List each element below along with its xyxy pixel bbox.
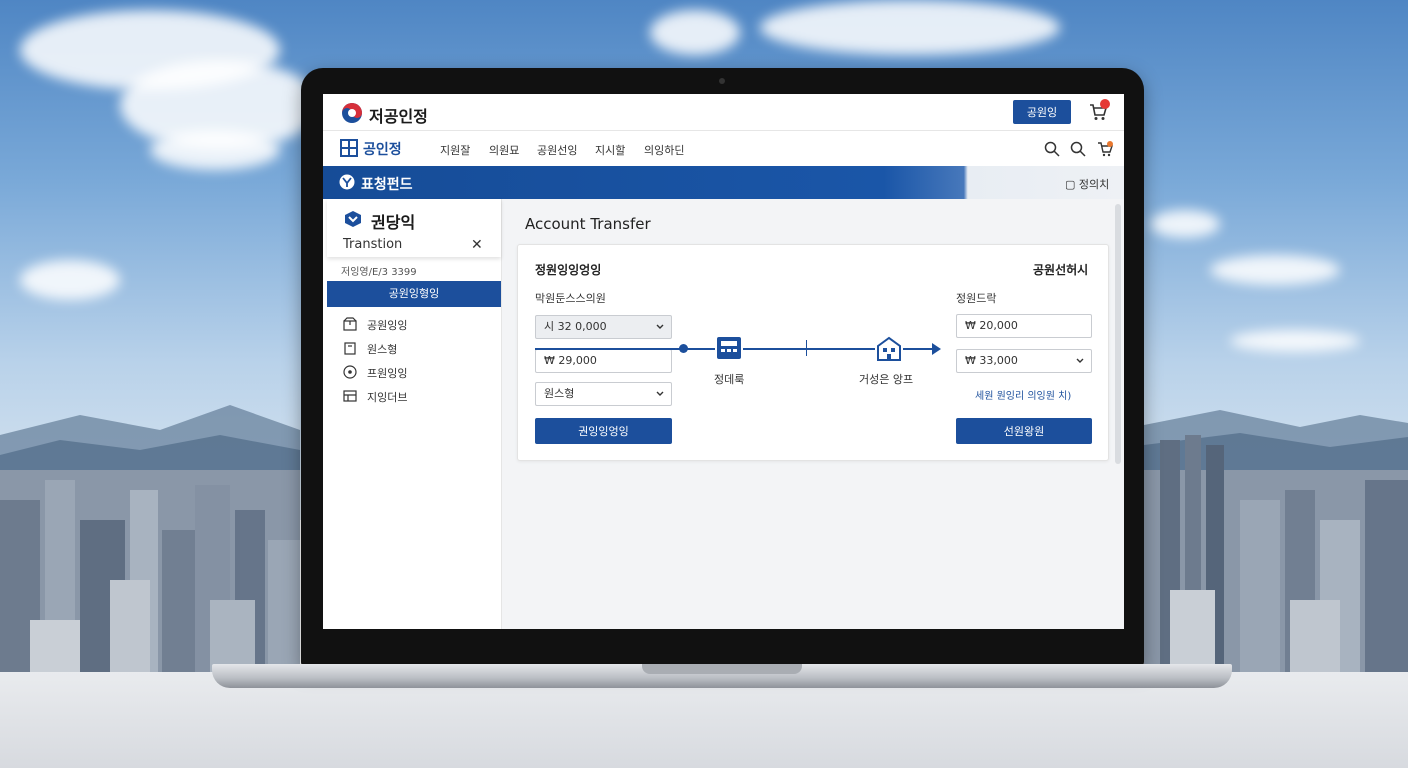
- sidebar: 권당익 Transtion ✕ 저잉영/E/3 3399 공원잉형잉 공원잉잉 …: [323, 199, 502, 629]
- details-link[interactable]: 세원 원잉리 의잉원 치): [975, 387, 1071, 402]
- cloud: [1230, 330, 1360, 352]
- to-amount-input[interactable]: ₩ 20,000: [956, 314, 1092, 338]
- page-title: Account Transfer: [525, 215, 651, 233]
- table-icon: [343, 390, 357, 402]
- search-icon[interactable]: [1044, 141, 1060, 157]
- laptop-screen: 저공인정 공원잉 공인정 지원잘 의원묘 공원선잉 지시할 의잉하딘 표청펀드 …: [323, 94, 1124, 629]
- target-icon: [343, 365, 357, 379]
- sidebar-header-card: 권당익 Transtion ✕: [327, 199, 501, 257]
- submit-right-button[interactable]: 선원왕원: [956, 418, 1092, 444]
- nav-item[interactable]: 의원묘: [489, 142, 519, 158]
- amount-value: ₩ 29,000: [544, 354, 597, 367]
- package-icon: [343, 317, 357, 331]
- nav-item[interactable]: 의잉하딘: [644, 142, 684, 158]
- option-select[interactable]: 원스형: [535, 382, 672, 406]
- nav-item[interactable]: 공원선잉: [537, 142, 577, 158]
- book-icon: ▢: [1065, 178, 1076, 191]
- chevron-down-icon: [656, 324, 664, 329]
- sidebar-item-label: 지잉더브: [367, 391, 408, 404]
- taegeuk-logo-icon: [342, 103, 362, 123]
- to-amount-value: ₩ 20,000: [965, 319, 1018, 332]
- flow-left-caption: 정데룩: [714, 373, 745, 386]
- flow-right-caption: 거성은 앙프: [859, 373, 914, 386]
- webcam: [719, 78, 725, 84]
- to-label: 정원드락: [956, 292, 997, 305]
- search-icon[interactable]: [1070, 141, 1086, 157]
- won-circle-icon: [339, 174, 355, 190]
- laptop-notch: [642, 664, 802, 674]
- flow-tick: [806, 340, 807, 356]
- site-brand[interactable]: 저공인정: [369, 103, 428, 127]
- sidebar-item-label: 공원잉잉: [367, 319, 408, 332]
- sidebar-brand: 권당익: [371, 213, 416, 232]
- cloud: [1150, 210, 1220, 238]
- nav-bar: 공인정 지원잘 의원묘 공원선잉 지시할 의잉하딘: [323, 130, 1124, 167]
- sidebar-subtitle: Transtion: [343, 237, 403, 252]
- nav-brand[interactable]: 공인정: [363, 139, 402, 159]
- cloud: [760, 0, 1060, 55]
- flow-dot: [679, 344, 688, 353]
- clipboard-icon: [344, 342, 356, 355]
- from-label: 막원둔스스의원: [535, 292, 606, 305]
- cloud: [20, 260, 120, 300]
- notification-badge: [1100, 99, 1110, 109]
- section-banner: 표청펀드 ▢ 정의치: [323, 166, 1124, 199]
- top-bar: 저공인정 공원잉: [323, 94, 1124, 130]
- amount-input[interactable]: ₩ 29,000: [535, 349, 672, 373]
- cart-icon[interactable]: [1097, 141, 1113, 157]
- banner-link[interactable]: ▢ 정의치: [1065, 176, 1109, 192]
- nav-logo-icon: [340, 139, 358, 157]
- from-heading: 정원잉잉엉잉: [535, 263, 602, 277]
- to-select-value: ₩ 33,000: [965, 354, 1018, 367]
- to-amount-select[interactable]: ₩ 33,000: [956, 349, 1092, 373]
- from-account-select[interactable]: 시 32 0,000: [535, 315, 672, 339]
- close-icon[interactable]: ✕: [471, 237, 483, 253]
- to-heading: 공원선허시: [1033, 263, 1089, 277]
- sidebar-item-label: 프원잉잉: [367, 367, 408, 380]
- banner-title: 표청펀드: [361, 177, 413, 193]
- nav-item[interactable]: 지시할: [595, 142, 625, 158]
- nav-item[interactable]: 지원잘: [440, 142, 470, 158]
- submit-left-button[interactable]: 권잉잉엉잉: [535, 418, 672, 444]
- scrollbar[interactable]: [1115, 204, 1121, 464]
- bank-logo-icon: [345, 211, 361, 227]
- transfer-panel: 정원잉잉엉잉 공원선허시 막원둔스스의원 정원드락 시 32 0,000 ₩ 2…: [517, 244, 1109, 461]
- sidebar-meta: 저잉영/E/3 3399: [341, 267, 417, 278]
- chevron-down-icon: [1076, 358, 1084, 363]
- banner-link-label: 정의치: [1078, 178, 1110, 191]
- sidebar-item-active[interactable]: 공원잉형잉: [327, 281, 501, 307]
- cloud: [150, 130, 280, 170]
- cloud: [1210, 255, 1340, 285]
- top-action-button[interactable]: 공원잉: [1013, 100, 1071, 124]
- sidebar-item-label: 원스형: [367, 343, 398, 356]
- chevron-down-icon: [656, 391, 664, 396]
- from-account-value: 시 32 0,000: [544, 320, 607, 333]
- atm-card-icon: [715, 334, 743, 362]
- option-value: 원스형: [544, 387, 575, 400]
- flow-arrow-icon: [932, 343, 941, 355]
- laptop-base: [212, 664, 1232, 688]
- cloud: [650, 10, 740, 55]
- building-icon: [875, 334, 903, 362]
